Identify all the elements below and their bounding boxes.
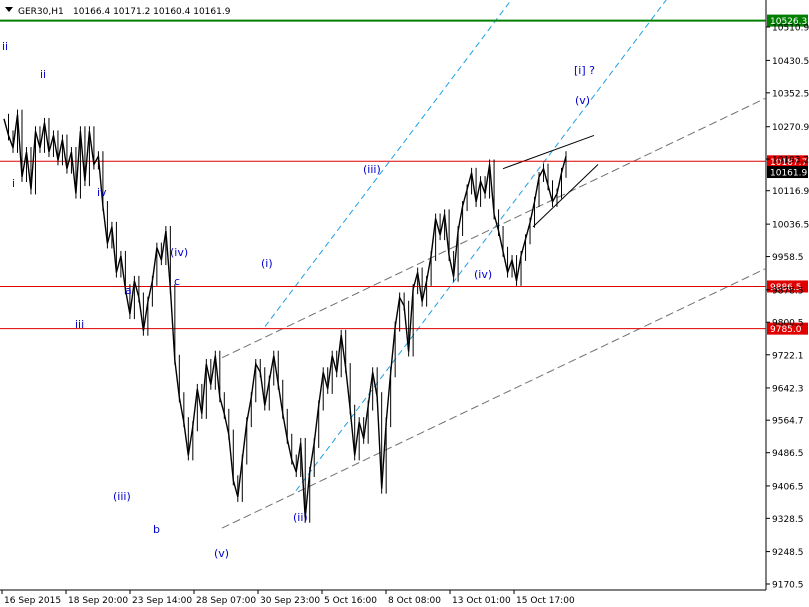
wave-label: c [174,275,180,288]
x-tick-label: 18 Sep 20:00 [68,596,128,606]
y-tick-label: 9486.5 [772,449,804,459]
x-tick-label: 16 Sep 2015 [4,596,61,606]
y-tick-label: 10036.5 [772,221,809,231]
wave-label: (v) [214,547,229,560]
x-tick-label: 8 Oct 08:00 [388,596,441,606]
symbol-timeframe: GER30,H1 [18,7,64,17]
channel-lower-line [295,0,667,492]
wave-label: (v) [575,94,590,107]
wave-label: b [153,523,160,536]
y-tick-label: 9878.5 [772,286,804,296]
y-tick-label: 9406.5 [772,482,804,492]
trend-channels [221,0,767,529]
wave-label: ii [2,40,8,53]
wave-label: iv [97,186,107,199]
y-tick-label: 10430.5 [772,57,809,67]
x-tick-label: 23 Sep 14:00 [132,596,192,606]
x-tick-label: 15 Oct 17:00 [516,596,575,606]
x-tick-label: 5 Oct 16:00 [324,596,377,606]
y-tick-label: 10510.9 [772,24,809,34]
wave-label: (i) [261,257,273,270]
wave-label: [i] ? [574,64,595,77]
time-axis: 16 Sep 2015 18 Sep 20:00 23 Sep 14:00 28 Se… [1,590,575,606]
wave-labels: iiiiiiviiiac(iv)(iii)b(v)(i)(ii)(iii)(iv… [2,40,595,560]
ohlc-values: 10166.4 10171.2 10160.4 10161.9 [73,7,231,17]
wave-label: (ii) [293,511,308,524]
price-chart: iiiiiiviiiac(iv)(iii)b(v)(i)(ii)(iii)(iv… [0,0,809,606]
wave-label: (iv) [474,268,492,281]
y-tick-label: 9800.5 [772,319,804,329]
wave-label: i [12,177,15,190]
y-tick-label: 9642.3 [772,384,804,394]
y-tick-label: 9564.7 [772,417,804,427]
x-tick-label: 28 Sep 07:00 [196,596,256,606]
wave-label: (iv) [170,246,188,259]
y-tick-label: 9958.5 [772,253,804,263]
y-tick-label: 9170.5 [772,581,804,591]
x-tick-label: 30 Sep 23:00 [260,596,320,606]
wave-label: a [125,284,132,297]
wave-label: ii [40,68,46,81]
price-axis: 10526.310187.710161.99886.59785.010510.9… [766,14,809,591]
y-tick-label: 10270.9 [772,123,809,133]
horizontal-levels [0,19,766,330]
price-tag-label-10161.9: 10161.9 [770,169,807,179]
wave-label: iii [75,318,84,331]
y-tick-label: 10116.9 [772,187,809,197]
price-line [3,114,567,518]
y-tick-label: 9722.1 [772,351,804,361]
y-tick-label: 9328.5 [772,515,804,525]
trendline-mid [221,97,767,359]
y-tick-label: 9248.5 [772,548,804,558]
wave-label: (iii) [363,163,381,176]
price-series [3,109,567,523]
x-tick-label: 13 Oct 01:00 [452,596,511,606]
y-tick-label: 10352.5 [772,89,809,99]
dropdown-triangle-icon[interactable] [5,7,13,12]
y-tick-label: 10193.2 [772,156,809,166]
chart-header: GER30,H1 10166.4 10171.2 10160.4 10161.9 [5,7,231,17]
wave-label: (iii) [113,490,131,503]
